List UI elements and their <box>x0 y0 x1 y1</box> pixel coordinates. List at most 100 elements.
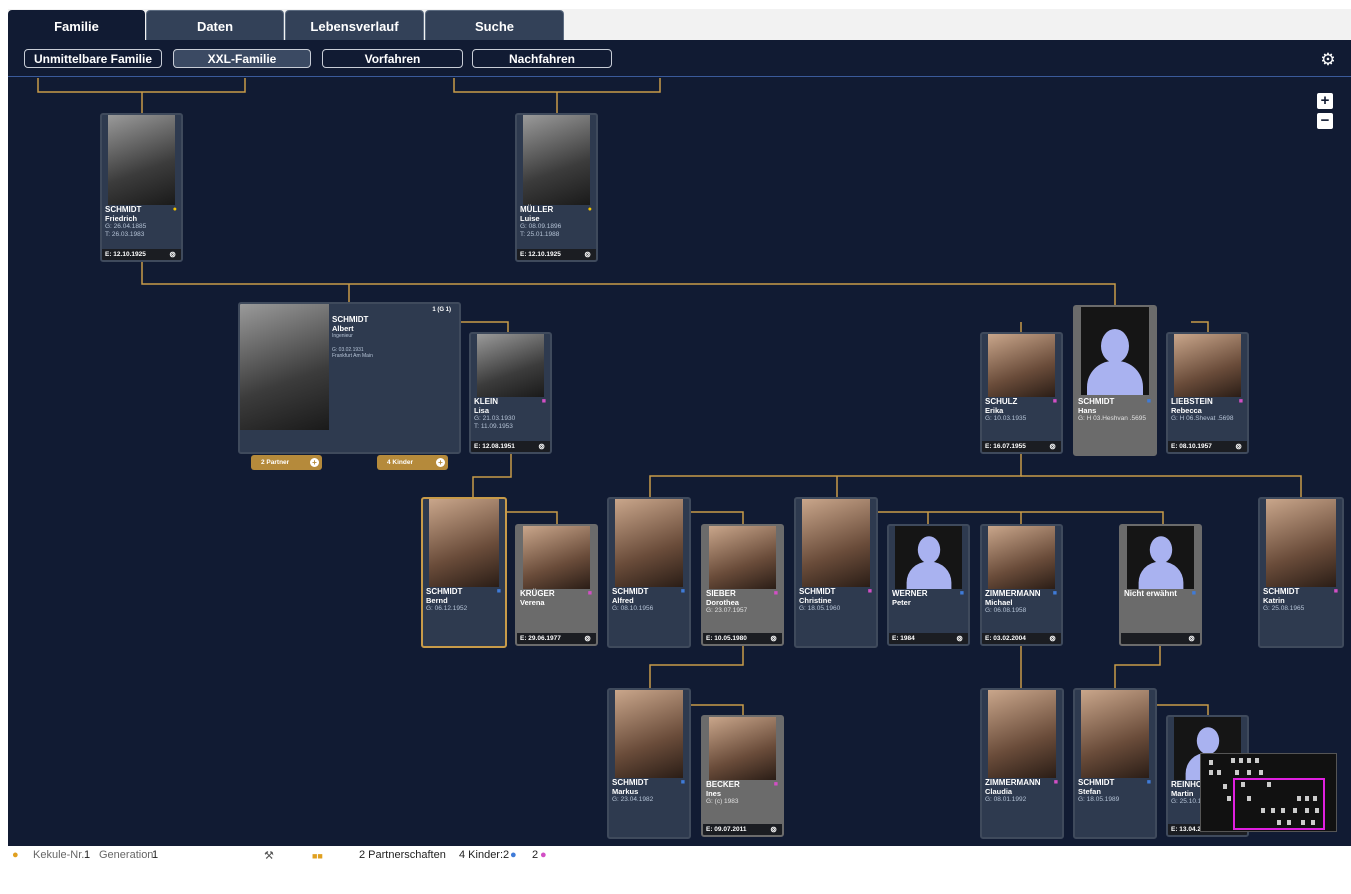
person-info: LIEBSTEIN Rebecca G: H 06.Shevat .5698 <box>1171 397 1244 423</box>
person-info: SCHMIDT Christine G: 18.05.1960 <box>799 587 873 613</box>
children-label: 4 Kinder: <box>459 849 504 861</box>
first-name: Alfred <box>612 595 634 605</box>
first-name: Friedrich <box>105 213 138 223</box>
person-photo <box>988 526 1055 589</box>
minimap-viewport[interactable] <box>1233 778 1325 830</box>
rings-icon: ⊚ <box>770 825 777 834</box>
person-card[interactable]: WERNER Peter ■ E: 1984 ⊚ <box>887 524 970 646</box>
rings-icon: ⊚ <box>169 250 176 259</box>
person-card[interactable]: SIEBER Dorothea G: 23.07.1957 ■ E: 10.05… <box>701 524 784 646</box>
person-info: MÜLLER Luise G: 08.09.1896 T: 25.01.1988 <box>520 205 593 238</box>
marriage-date: E: 08.10.1957 ⊚ <box>1168 441 1247 452</box>
person-info: WERNER Peter <box>892 589 965 607</box>
first-name: Albert <box>332 323 354 333</box>
female-icon: ■ <box>1238 398 1243 405</box>
birth-date: G: 21.03.1930 <box>474 415 516 422</box>
tree-minimap[interactable] <box>1200 753 1337 832</box>
tab-daten[interactable]: Daten <box>146 10 284 41</box>
person-info: SCHMIDT Bernd G: 06.12.1952 <box>426 587 502 613</box>
birth-date: G: 08.10.1956 <box>612 605 654 612</box>
person-card[interactable]: SCHMIDT Christine G: 18.05.1960 ■ <box>794 497 878 648</box>
first-name: Erika <box>985 405 1004 415</box>
person-info: SCHMIDT Katrin G: 25.08.1965 <box>1263 587 1339 613</box>
occupation: Ingenieur <box>332 333 353 339</box>
marriage-date: ⊚ <box>1121 633 1200 644</box>
rings-icon: ⊚ <box>956 634 963 643</box>
person-info: SCHMIDT Albert Ingenieur G: 03.02.1931 F… <box>332 315 456 358</box>
person-card[interactable]: SCHMIDT Hans G: H 03.Heshvan .5695 ■ <box>1073 305 1157 456</box>
tab-familie[interactable]: Familie <box>8 10 145 41</box>
rings-icon: ⊚ <box>1188 634 1195 643</box>
first-name: Lisa <box>474 405 490 415</box>
person-card[interactable]: KLEIN Lisa G: 21.03.1930 T: 11.09.1953 ■… <box>469 332 552 454</box>
birth-date: G: 25.08.1965 <box>1263 605 1305 612</box>
person-card[interactable]: ZIMMERMANN Michael G: 06.08.1958 ■ E: 03… <box>980 524 1063 646</box>
birth-date: G: 18.05.1960 <box>799 605 841 612</box>
marriage-date: E: 16.07.1955 ⊚ <box>982 441 1061 452</box>
person-card[interactable]: ZIMMERMANN Claudia G: 08.01.1992 ■ <box>980 688 1064 839</box>
family-tree-view: Unmittelbare Familie XXL-Familie Vorfahr… <box>8 40 1351 846</box>
rings-icon: ⊚ <box>584 250 591 259</box>
person-card[interactable]: SCHMIDT Katrin G: 25.08.1965 ■ <box>1258 497 1344 648</box>
person-photo <box>1174 334 1241 397</box>
death-date: T: 25.01.1988 <box>520 230 560 238</box>
person-card[interactable]: Nicht erwähnt ■ ⊚ <box>1119 524 1202 646</box>
marriage-date: E: 1984 ⊚ <box>889 633 968 644</box>
female-icon: ■ <box>867 588 872 595</box>
female-icon: ■ <box>587 590 592 597</box>
person-photo <box>1266 499 1336 587</box>
children-female-count: 2 <box>532 849 539 861</box>
partners-button[interactable]: 2 Partner + <box>251 455 322 470</box>
death-date: T: 11.09.1953 <box>474 422 513 430</box>
partnerships-count: 2 Partnerschaften <box>359 849 446 861</box>
person-info: BECKER Ines G: (c) 1983 <box>706 780 779 806</box>
first-name: Peter <box>892 597 911 607</box>
person-card[interactable]: SCHMIDT Markus G: 23.04.1982 ■ <box>607 688 691 839</box>
marriage-date: E: 03.02.2004 ⊚ <box>982 633 1061 644</box>
first-name: Michael <box>985 597 1013 607</box>
rings-icon: ⊚ <box>1049 634 1056 643</box>
person-photo <box>1081 690 1149 778</box>
plus-icon: + <box>310 458 319 467</box>
person-card[interactable]: BECKER Ines G: (c) 1983 ■ E: 09.07.2011 ⊚ <box>701 715 784 837</box>
tab-lebensverlauf[interactable]: Lebensverlauf <box>285 10 424 41</box>
person-photo <box>988 334 1055 397</box>
person-info: KRÜGER Verena <box>520 589 593 607</box>
person-card[interactable]: SCHMIDT Friedrich G: 26.04.1885 T: 26.03… <box>100 113 183 262</box>
last-name: Nicht erwähnt <box>1124 589 1177 598</box>
couple-icon: ■■ <box>312 851 323 861</box>
male-icon: ■ <box>1052 590 1057 597</box>
first-name: Stefan <box>1078 786 1101 796</box>
bulb-icon: ● <box>587 206 592 213</box>
person-info: SCHMIDT Hans G: H 03.Heshvan .5695 <box>1078 397 1152 423</box>
person-silhouette-icon <box>1138 533 1183 589</box>
person-photo <box>709 526 776 589</box>
birth-date: G: 23.04.1982 <box>612 796 654 803</box>
status-bar: ● Kekule-Nr. 1 Generation 1 ⚒ ■■ 2 Partn… <box>8 846 1351 864</box>
person-card[interactable]: SCHMIDT Alfred G: 08.10.1956 ■ <box>607 497 691 648</box>
first-name: Hans <box>1078 405 1097 415</box>
hammer-icon: ⚒ <box>264 850 274 862</box>
rings-icon: ⊚ <box>538 442 545 451</box>
person-icon: ● <box>12 849 19 861</box>
male-icon: ■ <box>496 588 501 595</box>
tab-suche[interactable]: Suche <box>425 10 564 41</box>
marriage-date: E: 10.05.1980 ⊚ <box>703 633 782 644</box>
selected-person-card[interactable]: 1 (G 1) SCHMIDT Albert Ingenieur G: 03.0… <box>238 302 461 454</box>
kekule-value: 1 <box>84 849 91 861</box>
person-card[interactable]: MÜLLER Luise G: 08.09.1896 T: 25.01.1988… <box>515 113 598 262</box>
birth-date: G: 08.09.1896 <box>520 223 562 230</box>
person-card[interactable]: LIEBSTEIN Rebecca G: H 06.Shevat .5698 ■… <box>1166 332 1249 454</box>
person-info: SCHMIDT Markus G: 23.04.1982 <box>612 778 686 804</box>
male-icon: ■ <box>680 779 685 786</box>
children-button[interactable]: 4 Kinder + <box>377 455 448 470</box>
birth-date: G: 06.12.1952 <box>426 605 468 612</box>
first-name: Dorothea <box>706 597 739 607</box>
female-icon: ■ <box>1053 779 1058 786</box>
person-card[interactable]: SCHMIDT Bernd G: 06.12.1952 ■ <box>421 497 507 648</box>
person-photo <box>709 717 776 780</box>
person-card[interactable]: SCHMIDT Stefan G: 18.05.1989 ■ <box>1073 688 1157 839</box>
person-card[interactable]: KRÜGER Verena ■ E: 29.06.1977 ⊚ <box>515 524 598 646</box>
birth-date: G: 10.03.1935 <box>985 415 1027 422</box>
person-card[interactable]: SCHULZ Erika G: 10.03.1935 ■ E: 16.07.19… <box>980 332 1063 454</box>
